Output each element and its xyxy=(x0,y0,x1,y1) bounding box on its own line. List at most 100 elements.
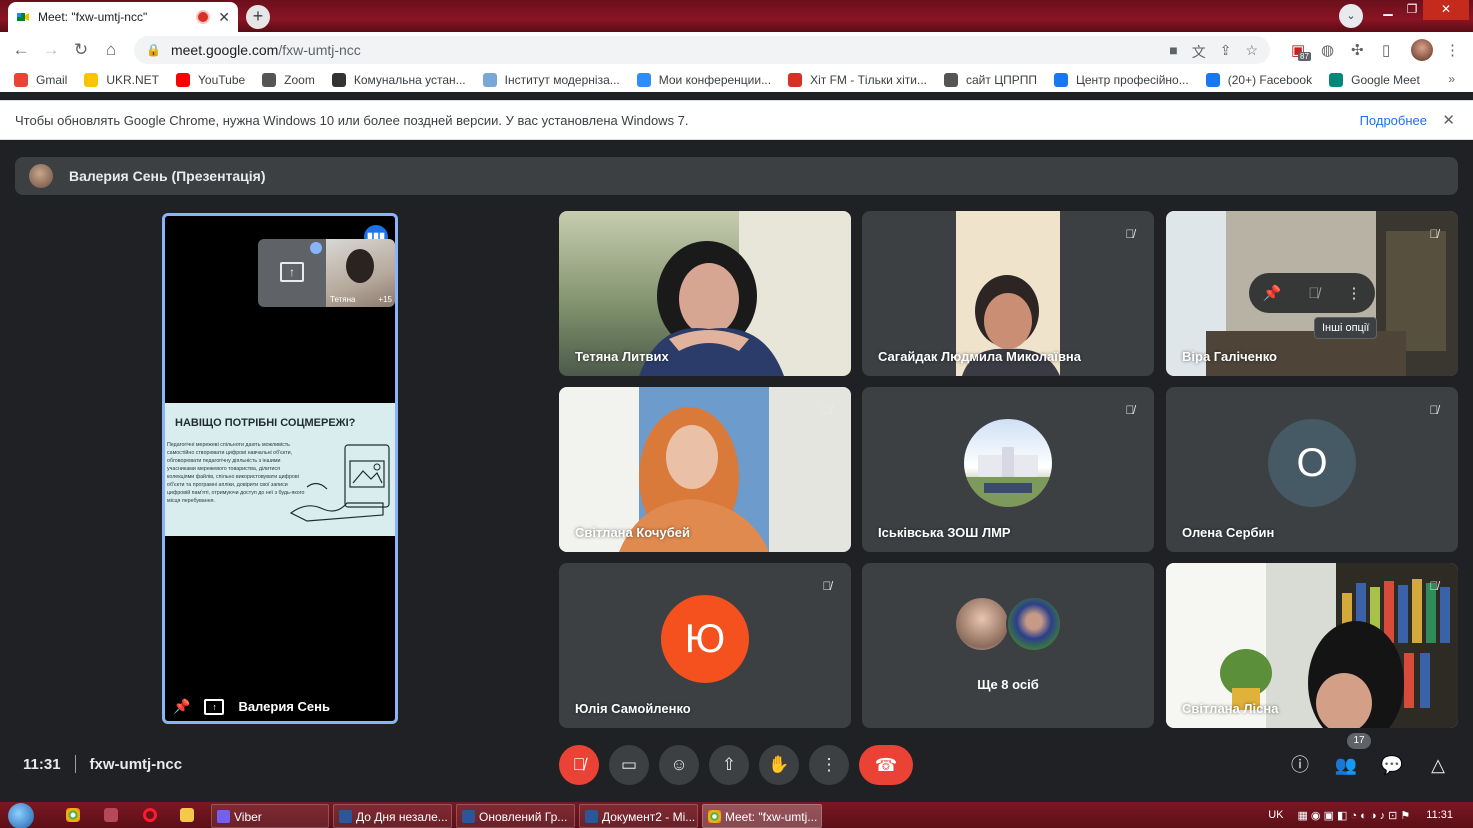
participant-tile[interactable]: Ю 🎙̸ Юлія Самойленко xyxy=(559,563,851,728)
share-icon[interactable]: ⇪ xyxy=(1220,42,1232,62)
bookmark-label: YouTube xyxy=(198,73,246,87)
taskbar-button[interactable]: Meet: "fxw-umtj... xyxy=(702,804,822,828)
taskbar-button[interactable]: Viber xyxy=(211,804,329,828)
globe-extension-icon[interactable]: ◍ xyxy=(1321,41,1334,59)
taskbar-button[interactable]: Оновлений Гр... xyxy=(456,804,575,828)
menu-kebab-icon[interactable]: ⋮ xyxy=(1445,41,1460,59)
tray-icons[interactable]: ▦ ◉ ▣ ◧ ◔ ◐ ◑ ♪ ⊡ ⚑ xyxy=(1297,809,1410,822)
participant-tile[interactable]: О 🎙̸ Олена Сербин xyxy=(1166,387,1458,552)
present-button[interactable]: ⇧ xyxy=(709,745,749,785)
participant-name: Іськівська ЗОШ ЛМР xyxy=(878,525,1011,540)
window-close-button[interactable]: ✕ xyxy=(1423,0,1469,20)
mic-off-icon: 🎙̸ xyxy=(1125,227,1135,241)
globe-icon xyxy=(944,73,958,87)
participant-name: Юлія Самойленко xyxy=(575,701,691,716)
puzzle-icon[interactable]: ✣ xyxy=(1351,41,1364,59)
app-taskbar-icon[interactable] xyxy=(104,808,118,822)
more-participants-tile[interactable]: Ще 8 осіб xyxy=(862,563,1154,728)
mic-toggle-button[interactable]: 🎙̸ xyxy=(559,745,599,785)
participant-tile[interactable]: 🎙̸ Світлана Кочубей xyxy=(559,387,851,552)
bookmark-label: (20+) Facebook xyxy=(1227,73,1313,87)
bookmark-item[interactable]: UKR.NET xyxy=(84,73,159,87)
mic-off-icon: 🎙̸ xyxy=(822,403,832,417)
forward-icon[interactable]: → xyxy=(36,40,66,60)
bookmark-label: Інститут модерніза... xyxy=(504,73,620,87)
tab-search-icon[interactable]: ⌄ xyxy=(1339,4,1363,28)
camera-icon[interactable]: ■ xyxy=(1169,42,1177,62)
participant-tile[interactable]: 🎙̸ Світлана Лісна xyxy=(1166,563,1458,728)
bookmark-star-icon[interactable]: ☆ xyxy=(1245,42,1258,62)
bookmark-item[interactable]: Комунальна устан... xyxy=(331,73,466,87)
bookmark-item[interactable]: Інститут модерніза... xyxy=(482,73,620,87)
participant-tile[interactable]: 🎙̸ 📌 🎙̸ ⋮ Інші опції Віра Галіченко xyxy=(1166,211,1458,376)
participant-tile[interactable]: 🎙̸ Сагайдак Людмила Миколаївна xyxy=(862,211,1154,376)
taskbar-button[interactable]: До Дня незале... xyxy=(333,804,452,828)
reactions-button[interactable]: ☺ xyxy=(659,745,699,785)
more-options-tooltip: Інші опції xyxy=(1314,317,1378,339)
home-icon[interactable]: ⌂ xyxy=(96,40,126,60)
more-options-button[interactable]: ⋮ xyxy=(809,745,849,785)
translate-icon[interactable]: 文 xyxy=(1192,42,1206,62)
infobar-more-link[interactable]: Подробнее xyxy=(1360,113,1427,128)
reload-icon[interactable]: ↻ xyxy=(66,40,96,60)
meet-icon xyxy=(1329,73,1344,87)
explorer-taskbar-icon[interactable] xyxy=(180,808,194,822)
maximize-button[interactable]: ❐ xyxy=(1401,0,1423,20)
bookmark-label: Gmail xyxy=(36,73,68,87)
bookmark-item[interactable]: Мои конференции... xyxy=(636,73,771,87)
opera-taskbar-icon[interactable] xyxy=(143,808,157,822)
presenter-avatar xyxy=(29,164,53,188)
new-tab-button[interactable]: + xyxy=(246,5,270,29)
bookmark-item[interactable]: сайт ЦПРПП xyxy=(944,73,1037,87)
more-participants-label: Ще 8 осіб xyxy=(977,677,1039,692)
language-indicator[interactable]: UK xyxy=(1268,809,1283,821)
bookmark-label: Комунальна устан... xyxy=(353,73,466,87)
taskbar-button[interactable]: Документ2 - Mi... xyxy=(579,804,698,828)
start-button[interactable] xyxy=(8,803,34,828)
participant-name: Сагайдак Людмила Миколаївна xyxy=(878,349,1082,364)
ukrnet-icon xyxy=(84,73,99,87)
raise-hand-button[interactable]: ✋ xyxy=(759,745,799,785)
address-bar[interactable]: 🔒 meet.google.com/fxw-umtj-ncc ■ 文 ⇪ ☆ xyxy=(134,36,1270,64)
youtube-icon xyxy=(176,73,191,87)
bookmark-item[interactable]: YouTube xyxy=(176,73,245,87)
profile-avatar[interactable] xyxy=(1411,39,1433,61)
letter-avatar: Ю xyxy=(661,594,749,683)
participant-tile[interactable]: 🎙̸ Іськівська ЗОШ ЛМР xyxy=(862,387,1154,552)
chat-icon[interactable]: 💬 xyxy=(1379,752,1405,778)
mic-off-icon[interactable]: 🎙̸ xyxy=(1308,285,1319,302)
infobar-close-button[interactable]: ✕ xyxy=(1442,111,1455,129)
pin-icon[interactable]: 📌 xyxy=(173,698,190,715)
school-avatar-image xyxy=(964,418,1052,507)
presentation-tile[interactable]: ▮▮▮ ↑ Тетяна +15 НАВІЩО ПОТРІБНІ СОЦМЕРЕ… xyxy=(162,213,398,724)
facebook-icon xyxy=(1205,73,1220,87)
meeting-details-icon[interactable]: ⓘ xyxy=(1287,752,1313,778)
activities-icon[interactable]: △ xyxy=(1425,752,1451,778)
more-options-icon[interactable]: ⋮ xyxy=(1346,284,1361,302)
bookmark-item[interactable]: Zoom xyxy=(262,73,315,87)
meet-favicon-icon xyxy=(17,13,29,21)
bookmark-item[interactable]: Gmail xyxy=(14,73,67,87)
presentation-name: Валерия Сень xyxy=(238,699,330,714)
back-icon[interactable]: ← xyxy=(6,40,36,60)
camera-toggle-button[interactable]: ▭ xyxy=(609,745,649,785)
bookmark-item[interactable]: (20+) Facebook xyxy=(1205,73,1313,87)
self-view-mini[interactable]: ↑ Тетяна +15 xyxy=(258,239,395,307)
participant-tile[interactable]: Тетяна Литвих xyxy=(559,211,851,376)
bookmark-item[interactable]: Хіт FM - Тільки хіти... xyxy=(788,73,927,87)
tile-hover-controls: 📌 🎙̸ ⋮ xyxy=(1249,273,1375,313)
bookmarks-overflow-icon[interactable]: » xyxy=(1448,72,1455,86)
chrome-taskbar-icon[interactable] xyxy=(66,808,80,822)
minimize-button[interactable]: ▁ xyxy=(1375,0,1401,20)
tab-meet[interactable]: Meet: "fxw-umtj-ncc" ✕ xyxy=(8,2,238,32)
leave-call-button[interactable]: ☎ xyxy=(859,745,913,785)
url-host: meet.google.com xyxy=(170,42,279,58)
bookmark-item[interactable]: Google Meet xyxy=(1329,73,1420,87)
zoom-icon xyxy=(262,73,277,87)
pin-icon[interactable]: 📌 xyxy=(1263,284,1282,302)
extension-badge: 87 xyxy=(1298,52,1311,61)
people-icon[interactable]: 👥 xyxy=(1333,752,1359,778)
tab-close-button[interactable]: ✕ xyxy=(218,9,230,26)
side-panel-icon[interactable]: ▯ xyxy=(1382,41,1390,59)
bookmark-item[interactable]: Центр професійно... xyxy=(1053,73,1189,87)
